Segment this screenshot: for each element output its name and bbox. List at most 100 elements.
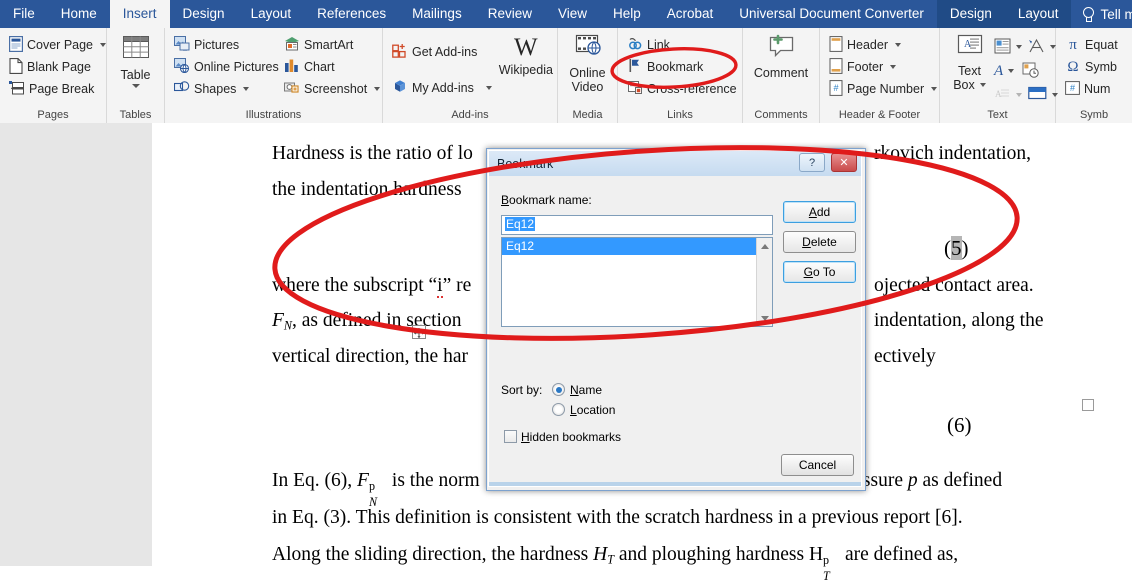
- symbol-button[interactable]: Ω Symb: [1061, 56, 1122, 78]
- group-label-text: Text: [987, 109, 1008, 121]
- bookmark-list-item[interactable]: Eq12: [502, 238, 757, 255]
- chevron-down-icon[interactable]: [1008, 69, 1015, 73]
- tell-me-box[interactable]: Tell me what you: [1071, 0, 1132, 28]
- number-button[interactable]: # Num: [1061, 78, 1122, 100]
- pictures-button[interactable]: Pictures: [170, 34, 280, 56]
- chevron-down-icon[interactable]: [374, 87, 381, 91]
- ribbon-tab-insert[interactable]: Insert: [109, 0, 170, 28]
- ribbon-tab-layout[interactable]: Layout: [238, 0, 305, 28]
- pi-icon: π: [1069, 36, 1077, 53]
- shapes-button[interactable]: Shapes: [170, 78, 280, 100]
- group-label-media: Media: [572, 109, 603, 121]
- blank-page-label: Blank Page: [27, 60, 91, 74]
- goto-button[interactable]: Go To: [783, 261, 856, 283]
- ribbon-tab-bar: File Home Insert Design Layout Reference…: [0, 0, 1132, 28]
- text-box-button[interactable]: A Text Box: [945, 31, 994, 92]
- chevron-down-icon[interactable]: [243, 87, 250, 91]
- header-button[interactable]: Header: [825, 34, 941, 56]
- symbol-HT: H: [593, 544, 608, 565]
- header-icon: [829, 35, 843, 55]
- ribbon-tab-references[interactable]: References: [304, 0, 399, 28]
- page-number-icon: #: [829, 79, 843, 99]
- date-time-button[interactable]: [1022, 62, 1039, 81]
- ribbon-group-symbols: π Equat Ω Symb # Num Symb: [1056, 28, 1132, 123]
- screenshot-label: Screenshot: [304, 82, 368, 96]
- ribbon-tab-universal-document-converter[interactable]: Universal Document Converter: [726, 0, 937, 28]
- signature-line-button[interactable]: [1028, 86, 1047, 104]
- bookmark-list[interactable]: Eq12: [501, 237, 773, 327]
- chart-button[interactable]: Chart: [280, 56, 384, 78]
- ribbon-tab-review[interactable]: Review: [475, 0, 545, 28]
- cross-reference-button[interactable]: Cross-reference: [623, 78, 741, 100]
- chevron-down-icon[interactable]: [1016, 45, 1022, 49]
- group-label-symbols: Symb: [1079, 109, 1109, 121]
- bookmark-name-input[interactable]: Eq12: [501, 215, 773, 235]
- quick-parts-button[interactable]: [994, 38, 1011, 57]
- equation-button[interactable]: π Equat: [1061, 34, 1122, 56]
- group-label-illustrations: Illustrations: [245, 109, 302, 121]
- chevron-down-icon[interactable]: [1016, 93, 1022, 97]
- sort-by-location-radio[interactable]: [552, 403, 565, 416]
- blank-page-button[interactable]: Blank Page: [5, 56, 110, 78]
- goto-button-mnemonic: G: [803, 265, 813, 279]
- page-break-button[interactable]: Page Break: [5, 78, 110, 100]
- footer-button[interactable]: Footer: [825, 56, 941, 78]
- chart-icon: [284, 58, 300, 76]
- ribbon-group-text: A Text Box A A Text: [940, 28, 1058, 123]
- header-label: Header: [847, 38, 888, 52]
- ribbon-tab-design[interactable]: Design: [170, 0, 238, 28]
- doc-line-8-post: are defined as,: [840, 544, 959, 565]
- wikipedia-icon: W: [514, 34, 538, 61]
- cross-reference-icon: [627, 80, 643, 98]
- chevron-down-icon[interactable]: [890, 65, 897, 69]
- dialog-title-bar[interactable]: Bookmark ? ✕: [489, 151, 861, 176]
- sort-by-name-radio[interactable]: [552, 383, 565, 396]
- smartart-button[interactable]: SmartArt: [280, 34, 384, 56]
- close-icon[interactable]: ✕: [831, 153, 857, 172]
- online-video-button[interactable]: Online Video: [563, 31, 612, 94]
- ribbon-tab-home[interactable]: Home: [48, 0, 110, 28]
- chevron-down-icon[interactable]: [100, 43, 107, 47]
- bookmark-button[interactable]: Bookmark: [623, 56, 741, 78]
- cancel-button[interactable]: Cancel: [781, 454, 854, 476]
- text-from-file-button[interactable]: A: [994, 86, 1011, 105]
- ribbon-tab-view[interactable]: View: [545, 0, 600, 28]
- screenshot-button[interactable]: Screenshot: [280, 78, 384, 100]
- ribbon-group-pages: Cover Page Blank Page Page Break Pages: [0, 28, 107, 123]
- hidden-bookmarks-checkbox[interactable]: [504, 430, 517, 443]
- table-button[interactable]: Table: [112, 31, 159, 88]
- link-button[interactable]: Link: [623, 34, 741, 56]
- drop-cap-button[interactable]: A: [994, 63, 1003, 80]
- online-pictures-button[interactable]: Online Pictures: [170, 56, 280, 78]
- ribbon-tab-contextual-design[interactable]: Design: [936, 0, 1005, 28]
- doc-line-6a-post: is the norm: [387, 470, 480, 491]
- wordart-button[interactable]: [1028, 38, 1045, 57]
- bookmark-list-scrollbar[interactable]: [756, 238, 772, 326]
- ribbon-tab-file[interactable]: File: [0, 0, 48, 28]
- chevron-down-icon[interactable]: [979, 83, 986, 87]
- chevron-down-icon[interactable]: [895, 43, 901, 47]
- delete-button[interactable]: Delete: [783, 231, 856, 253]
- chevron-down-icon[interactable]: [931, 87, 938, 91]
- sort-by-label: Sort by:: [501, 383, 543, 397]
- ribbon-tab-contextual-layout[interactable]: Layout: [1004, 0, 1072, 28]
- comment-button[interactable]: Comment: [748, 31, 814, 80]
- text-box-label-1: Text: [958, 64, 981, 78]
- bookmark-dialog[interactable]: Bookmark ? ✕ Bookmark name: Eq12 Eq12 Ad…: [486, 148, 866, 491]
- add-button[interactable]: Add: [783, 201, 856, 223]
- ribbon-tab-mailings[interactable]: Mailings: [399, 0, 475, 28]
- sort-by-name-label: Name: [570, 383, 602, 397]
- ribbon-tab-acrobat[interactable]: Acrobat: [654, 0, 727, 28]
- chevron-down-icon[interactable]: [485, 86, 492, 90]
- my-addins-button[interactable]: My Add-ins: [388, 77, 496, 99]
- scroll-up-icon[interactable]: [757, 238, 772, 254]
- chevron-down-icon[interactable]: [131, 84, 140, 88]
- page-number-button[interactable]: # Page Number: [825, 78, 941, 100]
- ribbon-tab-help[interactable]: Help: [600, 0, 654, 28]
- help-icon[interactable]: ?: [799, 153, 825, 172]
- cover-page-button[interactable]: Cover Page: [5, 34, 110, 56]
- get-addins-button[interactable]: Get Add-ins: [388, 41, 496, 63]
- wikipedia-button[interactable]: W Wikipedia: [495, 33, 557, 78]
- object-move-handle[interactable]: [412, 325, 426, 339]
- scroll-down-icon[interactable]: [757, 310, 772, 326]
